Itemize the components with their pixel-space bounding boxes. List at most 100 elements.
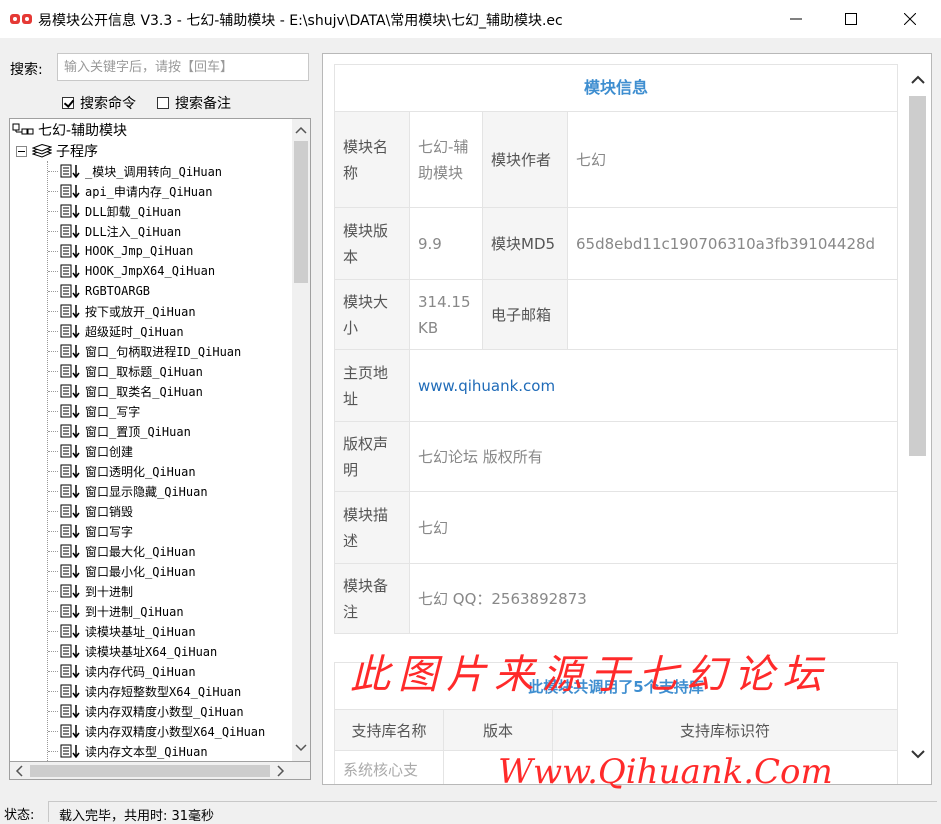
tree-item[interactable]: 窗口_取标题_QiHuan xyxy=(60,361,203,381)
tree-guide-branch xyxy=(48,591,58,592)
minimize-icon xyxy=(790,18,802,20)
tree-guide-branch xyxy=(48,351,58,352)
tree-item[interactable]: HOOK_Jmp_QiHuan xyxy=(60,241,193,261)
tree-guide-branch xyxy=(48,271,58,272)
info-scroll-thumb[interactable] xyxy=(909,96,926,456)
tree-item[interactable]: 窗口显示隐藏_QiHuan xyxy=(60,481,208,501)
scroll-right-arrow-icon[interactable] xyxy=(272,763,288,779)
subroutine-icon xyxy=(60,164,80,178)
tree-scroll-thumb[interactable] xyxy=(294,141,308,283)
tree-item[interactable]: 窗口透明化_QiHuan xyxy=(60,461,196,481)
scroll-down-arrow-icon[interactable] xyxy=(292,739,310,757)
tree-item[interactable]: HOOK_JmpX64_QiHuan xyxy=(60,261,215,281)
tree-guide-branch xyxy=(48,751,58,752)
tree-guide-branch xyxy=(48,471,58,472)
tree-item[interactable]: 按下或放开_QiHuan xyxy=(60,301,196,321)
tree-root[interactable]: 七幻-辅助模块 xyxy=(12,120,127,140)
tree-guide-branch xyxy=(48,391,58,392)
value-note: 七幻 QQ：2563892873 xyxy=(409,563,898,634)
subroutine-icon xyxy=(60,544,80,558)
tree-item[interactable]: 窗口最大化_QiHuan xyxy=(60,541,196,561)
tree-item[interactable]: _模块_调用转向_QiHuan xyxy=(60,161,222,181)
close-button[interactable] xyxy=(881,0,939,38)
homepage-link[interactable]: www.qihuank.com xyxy=(409,349,898,422)
subroutine-icon xyxy=(60,564,80,578)
label-module-author: 模块作者 xyxy=(482,111,568,208)
tree-item-label: 读内存双精度小数型X64_QiHuan xyxy=(85,724,266,739)
label-note: 模块备注 xyxy=(334,563,410,634)
minimize-button[interactable] xyxy=(767,0,825,38)
maximize-button[interactable] xyxy=(822,0,880,38)
scroll-down-arrow-icon[interactable] xyxy=(906,744,930,764)
tree-guide-branch xyxy=(48,531,58,532)
scroll-up-arrow-icon[interactable] xyxy=(906,70,930,90)
collapse-toggle-icon[interactable] xyxy=(16,145,27,157)
subroutine-icon xyxy=(60,724,80,738)
search-commands-checkbox[interactable]: 搜索命令 xyxy=(62,93,136,113)
checkbox-checked-icon[interactable] xyxy=(62,97,74,109)
tree-item-label: 窗口_取标题_QiHuan xyxy=(85,364,203,379)
tree-guide-branch xyxy=(48,411,58,412)
tree-item[interactable]: 读内存代码_QiHuan xyxy=(60,661,196,681)
tree-guide-branch xyxy=(48,671,58,672)
tree-horizontal-scrollbar[interactable] xyxy=(9,762,311,780)
value-module-author: 七幻 xyxy=(567,111,898,208)
subroutine-icon xyxy=(60,384,80,398)
tree-item[interactable]: api_申请内存_QiHuan xyxy=(60,181,212,201)
scroll-up-arrow-icon[interactable] xyxy=(292,121,310,139)
subroutine-icon xyxy=(60,664,80,678)
tree-category-label: 子程序 xyxy=(56,144,98,160)
tree-item[interactable]: 读内存短整数型X64_QiHuan xyxy=(60,681,241,701)
tree-item[interactable]: 窗口_取类名_QiHuan xyxy=(60,381,203,401)
tree-item[interactable]: 超级延时_QiHuan xyxy=(60,321,184,341)
search-input[interactable] xyxy=(57,53,309,81)
checkbox-unchecked-icon[interactable] xyxy=(157,97,169,109)
col-library-name: 支持库名称 xyxy=(334,709,444,751)
tree-item-label: 读内存代码_QiHuan xyxy=(85,664,196,679)
tree-vertical-scrollbar[interactable] xyxy=(292,119,310,761)
label-module-size: 模块大小 xyxy=(334,279,410,350)
tree-guide-branch xyxy=(48,431,58,432)
subroutine-icon xyxy=(60,304,80,318)
tree-item-label: 读内存文本型_QiHuan xyxy=(85,744,208,759)
subroutine-icon xyxy=(60,224,80,238)
tree-item[interactable]: RGBTOARGB xyxy=(60,281,150,301)
subroutine-icon xyxy=(60,684,80,698)
tree-guide-branch xyxy=(48,691,58,692)
tree-item[interactable]: 读模块基址_QiHuan xyxy=(60,621,196,641)
tree-item[interactable]: DLL注入_QiHuan xyxy=(60,221,181,241)
tree-guide-branch xyxy=(48,231,58,232)
module-info-table: 模块信息 模块名称 七幻-辅助模块 模块作者 七幻 模块版本 9.9 模块MD5… xyxy=(334,64,898,634)
tree-hscroll-thumb[interactable] xyxy=(30,765,270,777)
scroll-left-arrow-icon[interactable] xyxy=(12,763,28,779)
tree-item[interactable]: 窗口最小化_QiHuan xyxy=(60,561,196,581)
tree-item[interactable]: 窗口_句柄取进程ID_QiHuan xyxy=(60,341,241,361)
tree-item-label: DLL卸载_QiHuan xyxy=(85,204,182,219)
tree-item-label: HOOK_Jmp_QiHuan xyxy=(85,244,194,258)
tree-item-label: _模块_调用转向_QiHuan xyxy=(85,164,223,179)
search-notes-checkbox[interactable]: 搜索备注 xyxy=(157,93,231,113)
tree-item[interactable]: 读内存文本型_QiHuan xyxy=(60,741,208,761)
tree-item[interactable]: DLL卸载_QiHuan xyxy=(60,201,181,221)
tree-item[interactable]: 到十进制_QiHuan xyxy=(60,601,184,621)
subroutine-icon xyxy=(60,404,80,418)
info-vertical-scrollbar[interactable] xyxy=(906,62,930,778)
tree-item[interactable]: 读内存双精度小数型_QiHuan xyxy=(60,701,244,721)
subroutine-icon xyxy=(60,744,80,758)
tree-item[interactable]: 窗口创建 xyxy=(60,441,133,461)
value-email xyxy=(567,279,898,350)
tree-item[interactable]: 窗口写字 xyxy=(60,521,133,541)
col-library-id: 支持库标识符 xyxy=(552,709,898,751)
tree-item[interactable]: 读内存双精度小数型X64_QiHuan xyxy=(60,721,265,741)
tree-item[interactable]: 窗口销毁 xyxy=(60,501,133,521)
tree-item[interactable]: 窗口_置顶_QiHuan xyxy=(60,421,191,441)
status-text: 载入完毕，共用时: 31毫秒 xyxy=(48,801,937,824)
module-tree[interactable]: 七幻-辅助模块 子程序 _模块_调用转向_QiHuan api_申请内存_QiHu… xyxy=(9,118,311,762)
tree-item-label: 窗口最小化_QiHuan xyxy=(85,564,196,579)
subroutine-icon xyxy=(60,444,80,458)
tree-item[interactable]: 窗口_写字 xyxy=(60,401,140,421)
tree-item[interactable]: 到十进制 xyxy=(60,581,133,601)
tree-guide-branch xyxy=(48,191,58,192)
tree-item[interactable]: 读模块基址X64_QiHuan xyxy=(60,641,217,661)
tree-category[interactable]: 子程序 xyxy=(16,141,98,161)
